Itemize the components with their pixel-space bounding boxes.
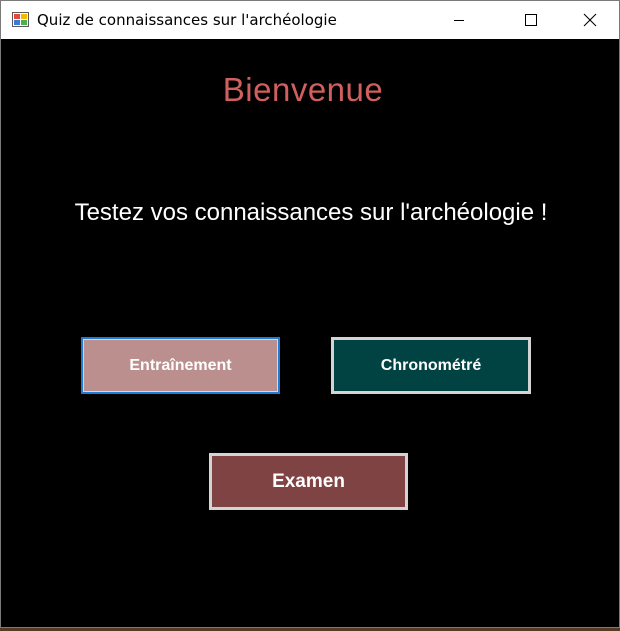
welcome-heading: Bienvenue: [222, 71, 384, 108]
window-title: Quiz de connaissances sur l'archéologie: [37, 11, 337, 29]
exam-button[interactable]: Examen: [209, 453, 408, 510]
maximize-icon: [525, 14, 537, 26]
subtitle-text: Testez vos connaissances sur l'archéolog…: [74, 199, 548, 226]
maximize-button[interactable]: [508, 1, 554, 39]
app-icon: [12, 12, 29, 27]
close-icon: [583, 13, 597, 27]
training-button[interactable]: Entraînement: [81, 337, 280, 394]
close-button[interactable]: [567, 1, 613, 39]
app-window: Quiz de connaissances sur l'archéologie …: [0, 0, 620, 628]
main-panel: Bienvenue Testez vos connaissances sur l…: [1, 39, 619, 627]
minimize-icon: [453, 14, 465, 26]
minimize-button[interactable]: [436, 1, 482, 39]
timed-button[interactable]: Chronométré: [331, 337, 531, 394]
title-bar[interactable]: Quiz de connaissances sur l'archéologie: [1, 1, 619, 39]
